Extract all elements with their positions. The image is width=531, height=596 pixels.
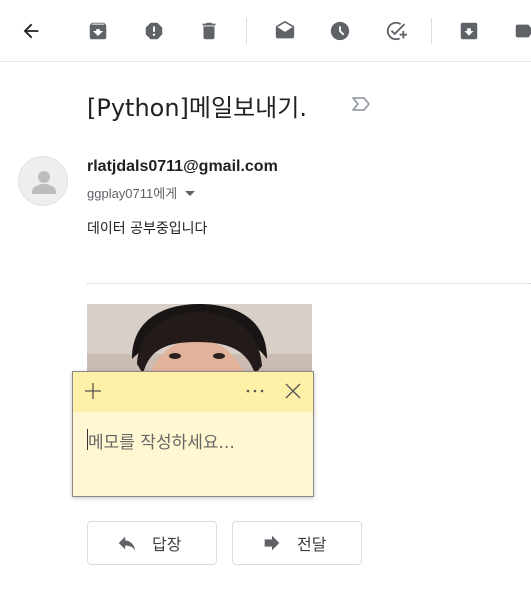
- report-spam-icon[interactable]: [142, 19, 166, 43]
- recipient-label: ggplay0711에게: [87, 186, 178, 201]
- important-marker-icon[interactable]: [350, 95, 372, 113]
- snooze-icon[interactable]: [328, 19, 352, 43]
- reply-button[interactable]: 답장: [87, 521, 217, 565]
- note-input[interactable]: 메모를 작성하세요...: [88, 428, 235, 453]
- email-subject: [Python]메일보내기.: [87, 94, 307, 122]
- archive-icon[interactable]: [86, 19, 110, 43]
- message-divider: [87, 283, 531, 284]
- mark-unread-icon[interactable]: [273, 19, 297, 43]
- toolbar-divider: [431, 18, 432, 44]
- sender-email[interactable]: rlatjdals0711@gmail.com: [87, 158, 278, 176]
- sticky-note-header: [73, 372, 313, 412]
- sender-avatar[interactable]: [18, 156, 68, 206]
- add-task-icon[interactable]: [384, 19, 408, 43]
- forward-icon: [261, 532, 283, 554]
- reply-icon: [116, 532, 138, 554]
- more-options-icon[interactable]: [244, 381, 266, 401]
- new-note-plus-icon[interactable]: [83, 381, 103, 401]
- back-arrow-icon[interactable]: [19, 19, 43, 43]
- recipient-line[interactable]: ggplay0711에게: [87, 183, 196, 202]
- reply-label: 답장: [152, 535, 182, 554]
- close-icon[interactable]: [283, 381, 303, 401]
- forward-button[interactable]: 전달: [232, 521, 362, 565]
- chevron-down-icon[interactable]: [185, 191, 196, 196]
- email-toolbar: [0, 0, 531, 62]
- forward-label: 전달: [297, 535, 327, 554]
- email-body: 데이터 공부중입니다: [87, 221, 208, 237]
- delete-icon[interactable]: [197, 19, 221, 43]
- move-to-icon[interactable]: [457, 19, 481, 43]
- label-icon[interactable]: [512, 19, 531, 43]
- toolbar-divider: [246, 18, 247, 44]
- sticky-note[interactable]: 메모를 작성하세요...: [72, 371, 314, 497]
